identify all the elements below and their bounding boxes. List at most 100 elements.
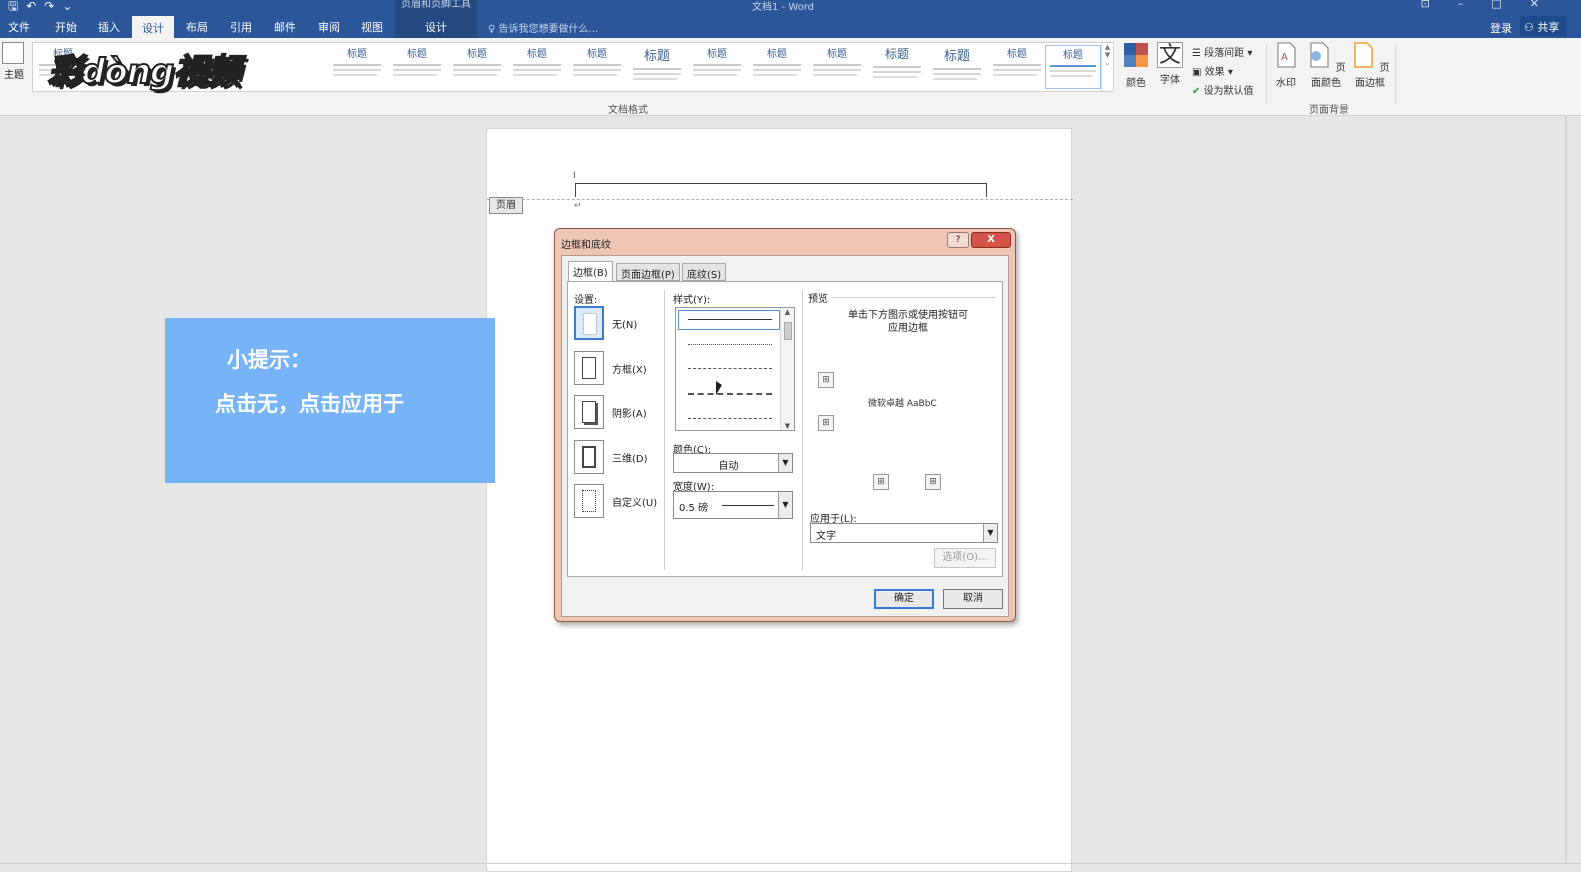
style-set-item[interactable]: 标题 xyxy=(1045,45,1101,89)
style-heading: 标题 xyxy=(527,49,547,60)
themes-button[interactable]: 主题 xyxy=(2,42,26,81)
scroll-thumb[interactable] xyxy=(784,322,792,340)
tab-shading[interactable]: 底纹(S) xyxy=(682,263,727,281)
style-set-item[interactable]: 标题 xyxy=(809,45,865,89)
tab-page-border[interactable]: 页面边框(P) xyxy=(616,263,680,281)
tell-me-text: 告诉我您想要做什么... xyxy=(498,24,599,35)
header-footer-tools-label: 页眉和页脚工具 xyxy=(395,0,477,14)
watermark-button[interactable]: A 水印 xyxy=(1272,42,1300,89)
page-color-button[interactable]: 页面颜色 xyxy=(1304,42,1348,89)
style-dash-dot[interactable] xyxy=(688,418,772,419)
style-small-dash[interactable] xyxy=(688,368,772,369)
ok-button[interactable]: 确定 xyxy=(874,589,934,609)
tab-layout[interactable]: 布局 xyxy=(186,19,208,35)
ribbon-tab-row: 文件 开始 插入 设计 布局 引用 邮件 审阅 视图 设计 ♀ 告诉我您想要做什… xyxy=(0,14,1581,38)
style-set-item[interactable]: 标题 xyxy=(929,45,985,89)
chevron-down-icon[interactable]: ▼ xyxy=(983,524,997,542)
ribbon-separator xyxy=(1266,44,1267,104)
setting-custom-label: 自定义(U) xyxy=(612,498,658,509)
header-border-line xyxy=(575,183,987,197)
window-controls[interactable]: ⊡–□✕ xyxy=(1421,0,1567,10)
style-heading: 标题 xyxy=(643,49,670,64)
tab-view[interactable]: 视图 xyxy=(361,19,383,35)
style-set-item[interactable]: 标题 xyxy=(329,45,385,89)
style-large-dash[interactable] xyxy=(688,393,772,395)
gallery-scroll[interactable]: ▲ ▼ ⌄ xyxy=(1101,43,1113,91)
paragraph-spacing-button[interactable]: ☰ 段落间距 ▾ xyxy=(1192,44,1252,59)
chevron-down-icon[interactable]: ▼ xyxy=(778,492,792,518)
left-border-toggle-icon[interactable]: ⊞ xyxy=(873,474,889,490)
status-bar-edge xyxy=(0,863,1581,864)
style-set-item[interactable]: 标题 xyxy=(509,45,565,89)
setting-box-label: 方框(X) xyxy=(612,365,647,376)
style-set-item[interactable]: 标题 xyxy=(389,45,445,89)
tab-header-footer-design[interactable]: 设计 xyxy=(395,14,477,38)
setting-shadow-label: 阴影(A) xyxy=(612,409,647,420)
apply-to-dropdown[interactable]: 文字 ▼ xyxy=(810,523,998,543)
style-set-item[interactable]: 标题 xyxy=(869,45,925,89)
right-border-toggle-icon[interactable]: ⊞ xyxy=(925,474,941,490)
style-set-item[interactable]: 标题 xyxy=(749,45,805,89)
tab-mailings[interactable]: 邮件 xyxy=(274,19,296,35)
tab-review[interactable]: 审阅 xyxy=(318,19,340,35)
style-label: 样式(Y): xyxy=(673,295,711,306)
color-dropdown[interactable]: 自动 ▼ xyxy=(673,453,793,473)
effects-button[interactable]: ▣ 效果 ▾ xyxy=(1192,63,1233,78)
tip-title: 小提示： xyxy=(227,348,311,372)
check-icon: ✔ xyxy=(1192,86,1204,97)
top-border-toggle-icon[interactable]: ⊞ xyxy=(818,372,834,388)
style-set-item[interactable]: 标题 xyxy=(989,45,1045,89)
vertical-scrollbar[interactable] xyxy=(1565,116,1567,864)
set-as-default-button[interactable]: ✔ 设为默认值 xyxy=(1192,82,1254,97)
lightbulb-icon: ♀ xyxy=(488,24,499,35)
page-borders-button[interactable]: 页面边框 xyxy=(1348,42,1392,89)
tab-insert[interactable]: 插入 xyxy=(98,19,120,35)
style-set-item[interactable]: 标题 xyxy=(449,45,505,89)
group-page-background: 页面背景 xyxy=(1309,105,1349,116)
style-dotted[interactable] xyxy=(688,344,772,345)
tell-me-search[interactable]: ♀ 告诉我您想要做什么... xyxy=(488,20,598,35)
ribbon-separator xyxy=(1395,44,1396,104)
setting-3d-icon xyxy=(574,440,604,474)
svg-text:A: A xyxy=(1281,52,1288,63)
close-button[interactable]: X xyxy=(971,232,1011,248)
border-style-list[interactable]: ▲ ▼ xyxy=(675,307,795,431)
options-button[interactable]: 选项(O)... xyxy=(934,548,996,568)
sign-in-link[interactable]: 登录 xyxy=(1490,20,1512,36)
style-set-item[interactable]: 标题 xyxy=(629,45,685,89)
style-heading: 标题 xyxy=(347,49,367,60)
tab-design[interactable]: 设计 xyxy=(132,16,174,38)
watermark-icon: A xyxy=(1277,42,1296,68)
tab-home[interactable]: 开始 xyxy=(55,19,77,35)
style-heading: 标题 xyxy=(943,49,970,64)
style-heading: 标题 xyxy=(767,49,787,60)
tab-borders[interactable]: 边框(B) xyxy=(568,261,613,282)
colors-button[interactable]: 颜色 xyxy=(1122,42,1150,89)
share-button[interactable]: ⚇ 共享 xyxy=(1520,16,1566,36)
setting-box-icon xyxy=(574,351,604,385)
fonts-button[interactable]: 文 字体 xyxy=(1156,42,1184,86)
style-heading: 标题 xyxy=(587,49,607,60)
effects-label: 效果 xyxy=(1204,67,1225,78)
colors-icon xyxy=(1124,43,1148,67)
bottom-border-toggle-icon[interactable]: ⊞ xyxy=(818,415,834,431)
width-value: 0.5 磅 xyxy=(679,503,709,514)
tab-file[interactable]: 文件 xyxy=(8,19,30,35)
borders-tab-panel: 设置: 无(N) 方框(X) 阴影(A) 三维(D) 自定义(U) 样式(Y):… xyxy=(567,281,1003,577)
tab-references[interactable]: 引用 xyxy=(230,19,252,35)
cancel-button[interactable]: 取消 xyxy=(943,589,1003,609)
window-title: 文档1 - Word xyxy=(752,2,815,13)
setting-custom-icon xyxy=(574,484,604,518)
style-set-item[interactable]: 标题 xyxy=(569,45,625,89)
width-dropdown[interactable]: 0.5 磅 ▼ xyxy=(673,491,793,519)
style-list-scrollbar[interactable]: ▲ ▼ xyxy=(780,308,794,430)
help-button[interactable]: ? xyxy=(947,232,969,248)
color-value: 自动 xyxy=(718,461,739,472)
chevron-down-icon[interactable]: ▼ xyxy=(778,454,792,472)
setting-3d-label: 三维(D) xyxy=(612,454,648,465)
text-cursor: Ⅰ xyxy=(573,171,576,181)
style-set-item[interactable]: 标题 xyxy=(689,45,745,89)
style-solid[interactable] xyxy=(688,319,772,320)
paragraph-mark-icon: ↵ xyxy=(574,201,582,211)
settings-label: 设置: xyxy=(574,295,598,306)
